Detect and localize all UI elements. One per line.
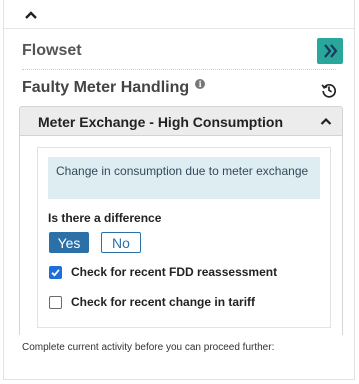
flowset-title: Flowset: [22, 42, 82, 59]
checkbox-checked[interactable]: [49, 265, 62, 279]
accordion-title: Meter Exchange - High Consumption: [38, 114, 284, 130]
question-label: Is there a difference: [48, 211, 162, 225]
accordion-body: Change in consumption due to meter excha…: [19, 135, 343, 335]
flowset-action-button[interactable]: [317, 38, 343, 64]
chevron-up-icon[interactable]: [24, 10, 38, 20]
flowset-panel: Flowset Faulty Meter Handling i Meter Ex…: [3, 0, 355, 380]
footer-note: Complete current activity before you can…: [22, 342, 275, 353]
section-heading: Faulty Meter Handling i: [22, 79, 206, 97]
checkbox-row[interactable]: Check for recent change in tariff: [49, 295, 255, 309]
info-message: Change in consumption due to meter excha…: [48, 157, 320, 199]
accordion-header[interactable]: Meter Exchange - High Consumption: [19, 106, 343, 136]
chevron-up-icon: [320, 117, 332, 125]
info-icon[interactable]: i: [195, 79, 206, 89]
section-title: Faulty Meter Handling: [22, 79, 190, 96]
checkmark-icon: [51, 268, 60, 277]
checkbox-row[interactable]: Check for recent FDD reassessment: [49, 265, 277, 279]
no-button[interactable]: No: [101, 232, 141, 253]
checkbox-unchecked[interactable]: [49, 295, 62, 309]
yes-button[interactable]: Yes: [49, 232, 89, 253]
checkbox-label: Check for recent FDD reassessment: [71, 265, 278, 279]
checkbox-label: Check for recent change in tariff: [71, 295, 256, 309]
divider: [4, 28, 354, 29]
activity-card: Change in consumption due to meter excha…: [37, 147, 331, 328]
divider: [22, 69, 336, 70]
history-icon[interactable]: [321, 82, 337, 98]
double-chevron-right-icon: [324, 44, 338, 58]
